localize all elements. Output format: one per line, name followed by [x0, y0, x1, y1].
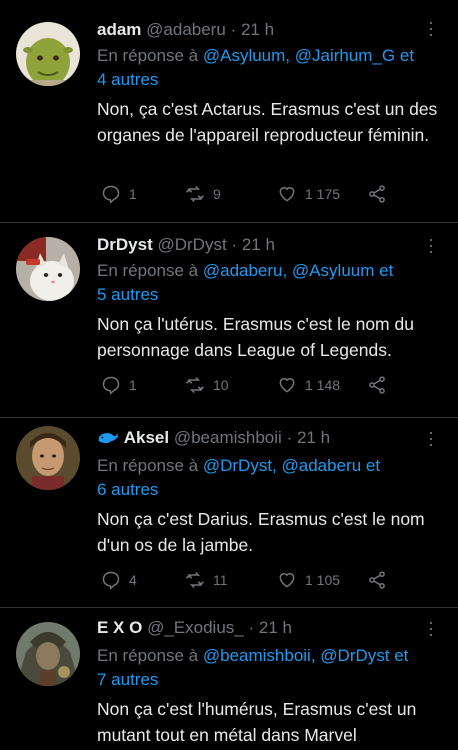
more-icon[interactable]: · · ·: [428, 13, 434, 43]
retweet-icon: [186, 185, 204, 203]
like-count: 1 175: [305, 186, 341, 202]
reply-prefix: En réponse à: [97, 456, 203, 475]
retweet-button[interactable]: 10: [185, 375, 229, 395]
timestamp[interactable]: 21 h: [297, 428, 330, 447]
reply-others[interactable]: 7 autres: [97, 670, 158, 689]
reply-context: En réponse à @beamishboii, @DrDyst et 7 …: [97, 644, 442, 692]
user-handle[interactable]: @adaberu: [146, 20, 226, 39]
user-handle[interactable]: @_Exodius_: [147, 618, 244, 637]
reply-count: 1: [129, 186, 137, 202]
user-handle[interactable]: @beamishboii: [174, 428, 282, 447]
display-name[interactable]: DrDyst: [97, 235, 153, 254]
tweet-1[interactable]: adam @adaberu · 21 h · · · En réponse à @A…: [0, 0, 458, 225]
whale-emoji-icon: [97, 428, 124, 447]
reply-button[interactable]: 1: [101, 375, 137, 395]
tweet-actions: 1 9 1 175: [97, 184, 397, 206]
retweet-icon: [186, 376, 204, 394]
retweet-count: 9: [213, 186, 221, 202]
share-icon: [369, 376, 385, 394]
reply-icon: [102, 571, 120, 590]
like-count: 1 148: [305, 377, 341, 393]
retweet-button[interactable]: 9: [185, 184, 221, 204]
tweet-4[interactable]: E X O @_Exodius_ · 21 h · · · En réponse à…: [0, 608, 458, 750]
reply-and: et: [374, 261, 394, 280]
reply-prefix: En réponse à: [97, 646, 203, 665]
reply-icon: [102, 376, 120, 395]
share-button[interactable]: [367, 375, 387, 395]
portrait-avatar-image: [16, 426, 80, 490]
avatar-aksel[interactable]: [16, 426, 80, 490]
tweet-header: Aksel @beamishboii · 21 h: [97, 428, 330, 448]
reply-mentions[interactable]: @beamishboii, @DrDyst: [203, 646, 390, 665]
retweet-count: 10: [213, 377, 229, 393]
timestamp[interactable]: 21 h: [259, 618, 292, 637]
more-icon[interactable]: · · ·: [428, 423, 434, 453]
tweet-3[interactable]: Aksel @beamishboii · 21 h · · · En réponse…: [0, 418, 458, 608]
reply-and: et: [395, 46, 415, 65]
tweet-actions: 1 10 1 148: [97, 375, 397, 397]
tweet-header: E X O @_Exodius_ · 21 h: [97, 618, 292, 638]
reply-mentions[interactable]: @DrDyst, @adaberu: [203, 456, 361, 475]
avatar-adam[interactable]: [16, 22, 80, 86]
like-button[interactable]: 1 148: [277, 375, 340, 395]
tweet-text: Non ça c'est l'humérus, Erasmus c'est un…: [97, 699, 417, 745]
reply-others[interactable]: 6 autres: [97, 480, 158, 499]
reply-and: et: [389, 646, 409, 665]
more-icon[interactable]: · · ·: [428, 613, 434, 643]
separator-dot: ·: [286, 428, 293, 447]
reply-context: En réponse à @DrDyst, @adaberu et 6 autr…: [97, 454, 442, 502]
reply-context: En réponse à @Asyluum, @Jairhum_G et 4 a…: [97, 44, 442, 92]
tweet-actions: 4 11 1 105: [97, 570, 397, 592]
retweet-icon: [186, 571, 204, 589]
share-button[interactable]: [367, 184, 387, 204]
cat-avatar-image: [16, 237, 80, 301]
heart-icon: [279, 378, 295, 393]
tweet-text: Non, ça c'est Actarus. Erasmus c'est un …: [97, 99, 438, 145]
more-icon[interactable]: · · ·: [428, 230, 434, 260]
like-button[interactable]: 1 175: [277, 184, 340, 204]
separator-dot: ·: [231, 235, 238, 254]
heart-icon: [279, 187, 295, 202]
reply-mentions[interactable]: @adaberu, @Asyluum: [203, 261, 375, 280]
reply-prefix: En réponse à: [97, 46, 203, 65]
reply-others[interactable]: 4 autres: [97, 70, 158, 89]
avatar-exo[interactable]: [16, 622, 80, 686]
shrek-avatar-image: [16, 22, 80, 86]
share-icon: [369, 185, 385, 203]
heart-icon: [279, 573, 295, 588]
warrior-avatar-image: [16, 622, 80, 686]
avatar-drdyst[interactable]: [16, 237, 80, 301]
reply-button[interactable]: 4: [101, 570, 137, 590]
tweet-header: adam @adaberu · 21 h: [97, 20, 274, 40]
reply-icon: [102, 185, 120, 204]
reply-count: 4: [129, 572, 137, 588]
reply-count: 1: [129, 377, 137, 393]
separator-dot: ·: [248, 618, 255, 637]
reply-mentions[interactable]: @Asyluum, @Jairhum_G: [203, 46, 395, 65]
tweet-text: Non ça l'utérus. Erasmus c'est le nom du…: [97, 314, 414, 360]
tweet-2[interactable]: DrDyst @DrDyst · 21 h · · · En réponse à @…: [0, 223, 458, 418]
tweet-text: Non ça c'est Darius. Erasmus c'est le no…: [97, 509, 425, 555]
display-name[interactable]: adam: [97, 20, 141, 39]
tweet-header: DrDyst @DrDyst · 21 h: [97, 235, 275, 255]
like-button[interactable]: 1 105: [277, 570, 340, 590]
separator-dot: ·: [230, 20, 237, 39]
reply-button[interactable]: 1: [101, 184, 137, 204]
reply-and: et: [361, 456, 381, 475]
reply-others[interactable]: 5 autres: [97, 285, 158, 304]
share-button[interactable]: [367, 570, 387, 590]
retweet-button[interactable]: 11: [185, 570, 228, 590]
tweet-thread: adam @adaberu · 21 h · · · En réponse à @A…: [0, 0, 458, 750]
share-icon: [369, 571, 385, 589]
retweet-count: 11: [213, 572, 228, 588]
timestamp[interactable]: 21 h: [242, 235, 275, 254]
user-handle[interactable]: @DrDyst: [157, 235, 226, 254]
display-name[interactable]: E X O: [97, 618, 142, 637]
timestamp[interactable]: 21 h: [241, 20, 274, 39]
display-name[interactable]: Aksel: [124, 428, 169, 447]
reply-prefix: En réponse à: [97, 261, 203, 280]
reply-context: En réponse à @adaberu, @Asyluum et 5 aut…: [97, 259, 442, 307]
like-count: 1 105: [305, 572, 341, 588]
